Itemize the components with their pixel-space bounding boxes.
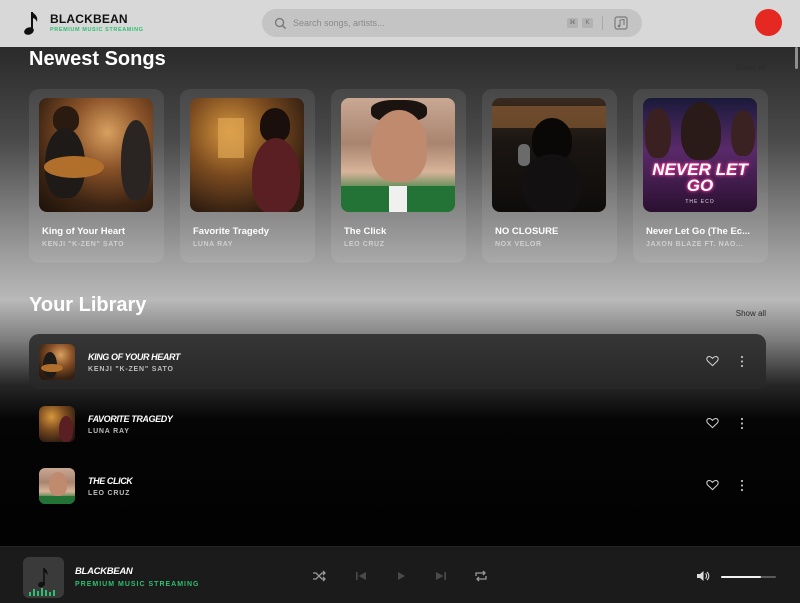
now-playing-subtitle: PREMIUM MUSIC STREAMING	[75, 581, 200, 588]
album-cover: NEVER LET GO THE ECO	[643, 98, 757, 212]
newest-songs-row: King of Your Heart KENJI "K-ZEN" SATO Fa…	[29, 89, 784, 263]
song-title: King of Your Heart	[42, 226, 126, 237]
song-card[interactable]: King of Your Heart KENJI "K-ZEN" SATO	[29, 89, 164, 263]
music-note-icon	[29, 568, 55, 596]
song-card[interactable]: Favorite Tragedy LUNA RAY	[180, 89, 315, 263]
song-artist: LUNA RAY	[193, 241, 234, 248]
now-playing-artwork[interactable]	[23, 557, 64, 598]
album-cover	[39, 98, 153, 212]
track-title: KING OF YOUR HEART	[88, 352, 180, 362]
track-title: THE CLICK	[88, 476, 133, 486]
library-heading: Your Library	[29, 294, 147, 316]
song-artist: KENJI "K-ZEN" SATO	[42, 241, 125, 248]
list-item[interactable]: KING OF YOUR HEART KENJI "K-ZEN" SATO	[29, 334, 766, 389]
song-title: NO CLOSURE	[495, 226, 559, 237]
more-options-icon[interactable]	[740, 355, 744, 368]
song-title: Never Let Go (The Ec...	[646, 226, 750, 237]
user-avatar[interactable]	[755, 9, 782, 36]
search-input[interactable]	[293, 18, 543, 28]
brand-tagline: PREMIUM MUSIC STREAMING	[50, 27, 144, 34]
song-title: The Click	[344, 226, 387, 237]
page-scrollbar[interactable]	[795, 47, 798, 69]
player-bar: BLACKBEAN PREMIUM MUSIC STREAMING	[0, 546, 800, 603]
cover-title-text: NEVER LET GO	[652, 160, 748, 195]
song-card[interactable]: The Click LEO CRUZ	[331, 89, 466, 263]
search-icon	[274, 17, 287, 29]
track-artist: LUNA RAY	[88, 428, 130, 435]
search-bar[interactable]: ⌘ K	[262, 9, 642, 37]
shuffle-icon[interactable]	[312, 569, 326, 583]
more-options-icon[interactable]	[740, 417, 744, 430]
brand-text: BLACKBEAN PREMIUM MUSIC STREAMING	[50, 13, 144, 34]
more-options-icon[interactable]	[740, 479, 744, 492]
list-item[interactable]: FAVORITE TRAGEDY LUNA RAY	[29, 396, 766, 451]
volume-slider-fill	[721, 576, 761, 578]
volume-slider[interactable]	[721, 576, 776, 578]
music-note-icon	[24, 11, 38, 35]
newest-songs-heading: Newest Songs	[29, 48, 166, 70]
search-divider	[602, 16, 603, 30]
music-library-icon[interactable]	[614, 16, 628, 30]
track-thumbnail	[39, 344, 75, 380]
album-cover	[341, 98, 455, 212]
album-cover	[190, 98, 304, 212]
play-icon[interactable]	[394, 569, 408, 583]
brand-name: BLACKBEAN	[50, 12, 128, 27]
song-title: Favorite Tragedy	[193, 226, 270, 237]
track-thumbnail	[39, 406, 75, 442]
shortcut-key-icon: K	[582, 18, 593, 28]
song-card[interactable]: NEVER LET GO THE ECO Never Let Go (The E…	[633, 89, 768, 263]
library-show-all-link[interactable]: Show all	[736, 309, 766, 318]
newest-show-all-link[interactable]: Show all	[736, 63, 766, 72]
track-artist: KENJI "K-ZEN" SATO	[88, 366, 174, 373]
track-thumbnail	[39, 468, 75, 504]
previous-track-icon[interactable]	[354, 569, 368, 583]
song-card[interactable]: NO CLOSURE NOX VELOR	[482, 89, 617, 263]
next-track-icon[interactable]	[434, 569, 448, 583]
library-list: KING OF YOUR HEART KENJI "K-ZEN" SATO FA…	[29, 334, 766, 520]
song-artist: NOX VELOR	[495, 241, 542, 248]
track-artist: LEO CRUZ	[88, 490, 131, 497]
heart-icon[interactable]	[706, 355, 719, 367]
cover-subtitle-text: THE ECO	[685, 199, 715, 205]
app-root: BLACKBEAN PREMIUM MUSIC STREAMING ⌘ K Ne…	[0, 0, 800, 603]
heart-icon[interactable]	[706, 479, 719, 491]
brand-logo[interactable]: BLACKBEAN PREMIUM MUSIC STREAMING	[23, 10, 144, 38]
repeat-icon[interactable]	[474, 569, 488, 583]
song-artist: LEO CRUZ	[344, 241, 385, 248]
top-bar: BLACKBEAN PREMIUM MUSIC STREAMING ⌘ K	[0, 0, 800, 47]
volume-icon[interactable]	[696, 569, 710, 583]
shortcut-key-icon: ⌘	[567, 18, 578, 28]
now-playing-title: BLACKBEAN	[75, 566, 133, 577]
heart-icon[interactable]	[706, 417, 719, 429]
list-item[interactable]: THE CLICK LEO CRUZ	[29, 458, 766, 513]
track-title: FAVORITE TRAGEDY	[88, 414, 173, 424]
song-artist: JAXON BLAZE FT. NAO...	[646, 241, 744, 248]
album-cover	[492, 98, 606, 212]
